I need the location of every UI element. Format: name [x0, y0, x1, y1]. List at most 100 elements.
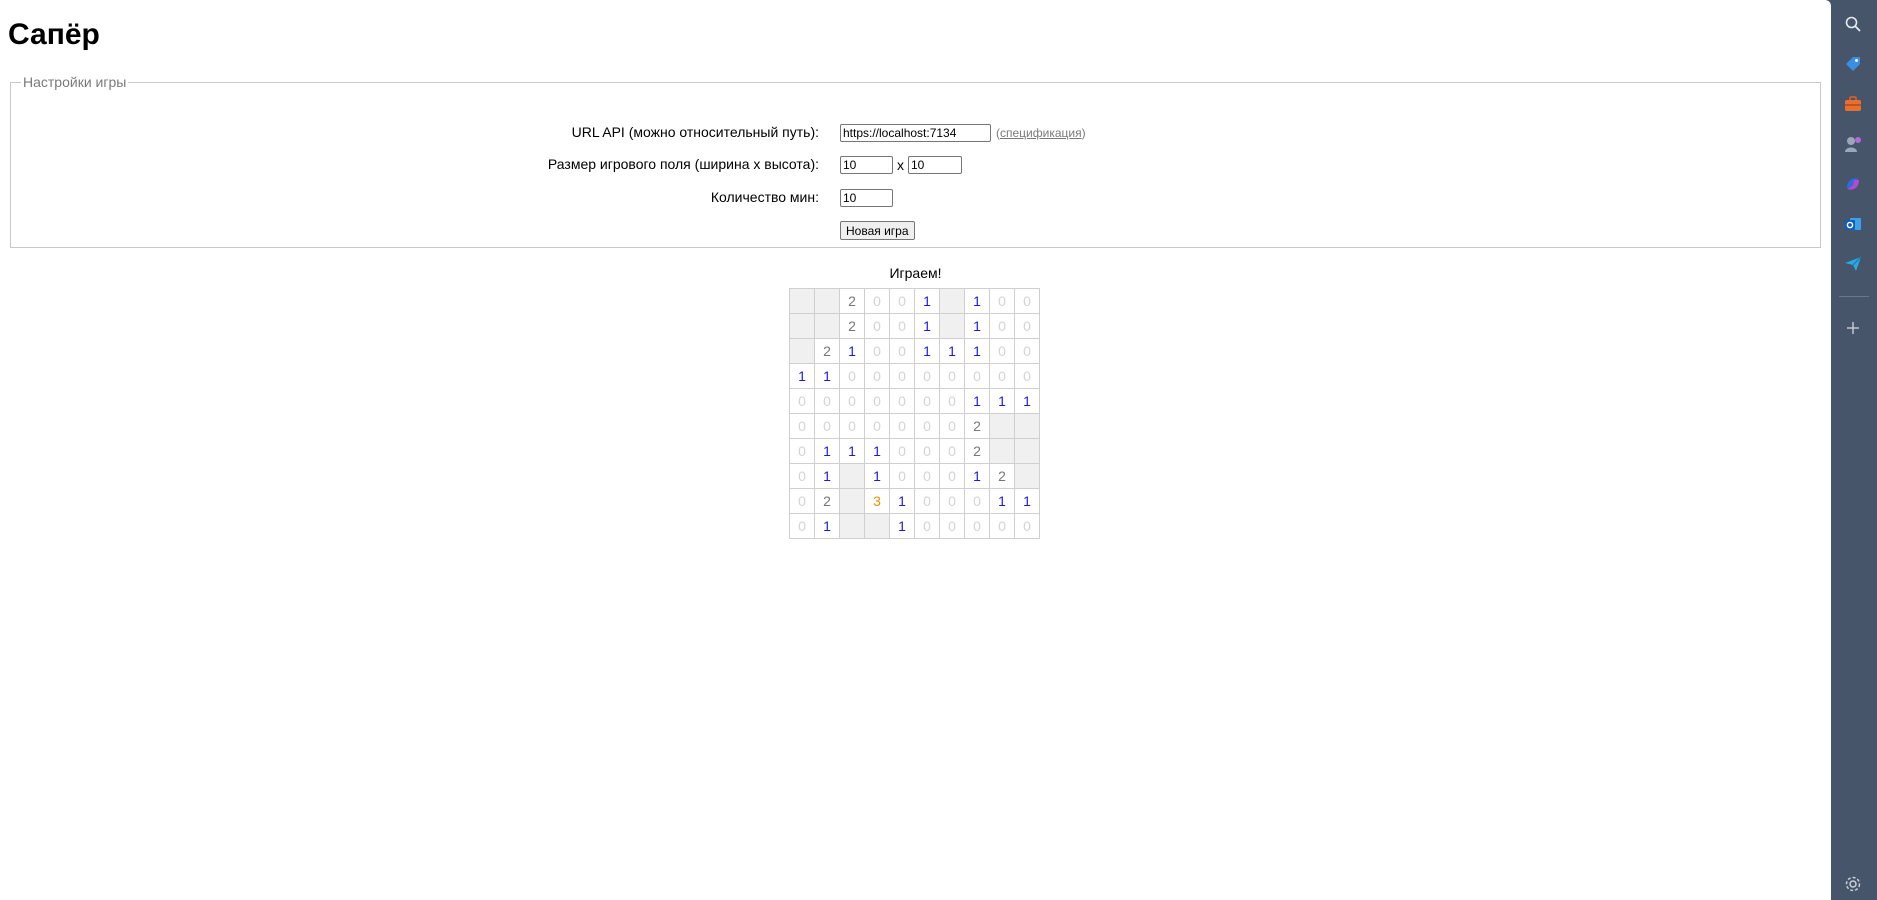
spec-link[interactable]: спецификация [1000, 126, 1082, 140]
opened-cell: 0 [989, 313, 1015, 339]
opened-cell: 0 [789, 513, 815, 539]
opened-cell: 0 [889, 363, 915, 389]
board-height-input[interactable] [908, 156, 962, 174]
opened-cell: 0 [789, 413, 815, 439]
closed-cell[interactable] [839, 513, 865, 539]
new-game-button[interactable]: Новая игра [840, 221, 915, 240]
opened-cell: 0 [889, 438, 915, 464]
closed-cell[interactable] [839, 463, 865, 489]
opened-cell: 2 [989, 463, 1015, 489]
closed-cell[interactable] [989, 438, 1015, 464]
closed-cell[interactable] [939, 313, 965, 339]
opened-cell: 0 [989, 513, 1015, 539]
send-icon[interactable] [1841, 252, 1865, 276]
board-width-input[interactable] [840, 156, 893, 174]
settings-icon[interactable] [1841, 872, 1865, 896]
opened-cell: 0 [814, 413, 840, 439]
opened-cell: 0 [939, 488, 965, 514]
opened-cell: 0 [864, 388, 890, 414]
game-status: Играем! [889, 265, 942, 281]
board-row: 01100000 [789, 513, 1040, 539]
rail-divider [1839, 296, 1869, 297]
opened-cell: 0 [839, 388, 865, 414]
board-size-label: Размер игрового поля (ширина x высота): [547, 156, 819, 172]
opened-cell: 0 [1014, 313, 1040, 339]
spec-link-wrapper: (спецификация) [996, 126, 1086, 140]
mines-count-label: Количество мин: [710, 189, 819, 205]
api-url-input[interactable] [840, 124, 991, 142]
opened-cell: 1 [814, 513, 840, 539]
opened-cell: 1 [789, 363, 815, 389]
opened-cell: 0 [839, 363, 865, 389]
board-row: 210011100 [789, 338, 1040, 364]
opened-cell: 0 [839, 413, 865, 439]
opened-cell: 2 [814, 488, 840, 514]
closed-cell[interactable] [814, 288, 840, 314]
opened-cell: 0 [1014, 288, 1040, 314]
board-row: 01100012 [789, 463, 1040, 489]
search-icon[interactable] [1841, 12, 1865, 36]
opened-cell: 0 [864, 363, 890, 389]
opened-cell: 1 [839, 338, 865, 364]
opened-cell: 0 [939, 388, 965, 414]
opened-cell: 0 [939, 363, 965, 389]
opened-cell: 1 [864, 438, 890, 464]
closed-cell[interactable] [939, 288, 965, 314]
closed-cell[interactable] [1014, 438, 1040, 464]
opened-cell: 0 [889, 313, 915, 339]
games-icon[interactable] [1841, 132, 1865, 156]
opened-cell: 0 [989, 363, 1015, 389]
outlook-icon[interactable] [1841, 212, 1865, 236]
opened-cell: 0 [914, 388, 940, 414]
closed-cell[interactable] [864, 513, 890, 539]
closed-cell[interactable] [1014, 413, 1040, 439]
opened-cell: 1 [814, 363, 840, 389]
tag-icon[interactable] [1841, 52, 1865, 76]
closed-cell[interactable] [814, 313, 840, 339]
opened-cell: 1 [889, 513, 915, 539]
settings-legend: Настройки игры [23, 74, 127, 90]
closed-cell[interactable] [839, 488, 865, 514]
mines-count-input[interactable] [840, 189, 893, 207]
opened-cell: 1 [964, 388, 990, 414]
closed-cell[interactable] [1014, 463, 1040, 489]
opened-cell: 0 [914, 363, 940, 389]
opened-cell: 0 [1014, 338, 1040, 364]
closed-cell[interactable] [989, 413, 1015, 439]
opened-cell: 0 [964, 363, 990, 389]
opened-cell: 0 [889, 463, 915, 489]
opened-cell: 0 [1014, 363, 1040, 389]
copilot-icon[interactable] [1841, 172, 1865, 196]
add-icon[interactable] [1841, 316, 1865, 340]
opened-cell: 1 [814, 438, 840, 464]
opened-cell: 0 [964, 488, 990, 514]
opened-cell: 0 [1014, 513, 1040, 539]
opened-cell: 0 [889, 388, 915, 414]
opened-cell: 1 [964, 463, 990, 489]
opened-cell: 1 [989, 388, 1015, 414]
opened-cell: 1 [814, 463, 840, 489]
briefcase-icon[interactable] [1841, 92, 1865, 116]
opened-cell: 0 [889, 413, 915, 439]
opened-cell: 0 [864, 338, 890, 364]
opened-cell: 1 [964, 313, 990, 339]
closed-cell[interactable] [789, 313, 815, 339]
opened-cell: 3 [864, 488, 890, 514]
board-row: 023100011 [789, 488, 1040, 514]
opened-cell: 1 [839, 438, 865, 464]
opened-cell: 0 [939, 438, 965, 464]
opened-cell: 0 [914, 413, 940, 439]
game-settings: Настройки игры URL API (можно относитель… [10, 74, 1821, 248]
opened-cell: 0 [914, 463, 940, 489]
minesweeper-board: 2001100200110021001110011000000000000000… [789, 288, 1040, 539]
size-separator: x [897, 157, 904, 173]
opened-cell: 0 [889, 338, 915, 364]
opened-cell: 0 [789, 488, 815, 514]
opened-cell: 0 [939, 513, 965, 539]
opened-cell: 1 [964, 288, 990, 314]
opened-cell: 0 [864, 313, 890, 339]
closed-cell[interactable] [789, 338, 815, 364]
opened-cell: 1 [889, 488, 915, 514]
closed-cell[interactable] [789, 288, 815, 314]
opened-cell: 2 [964, 413, 990, 439]
